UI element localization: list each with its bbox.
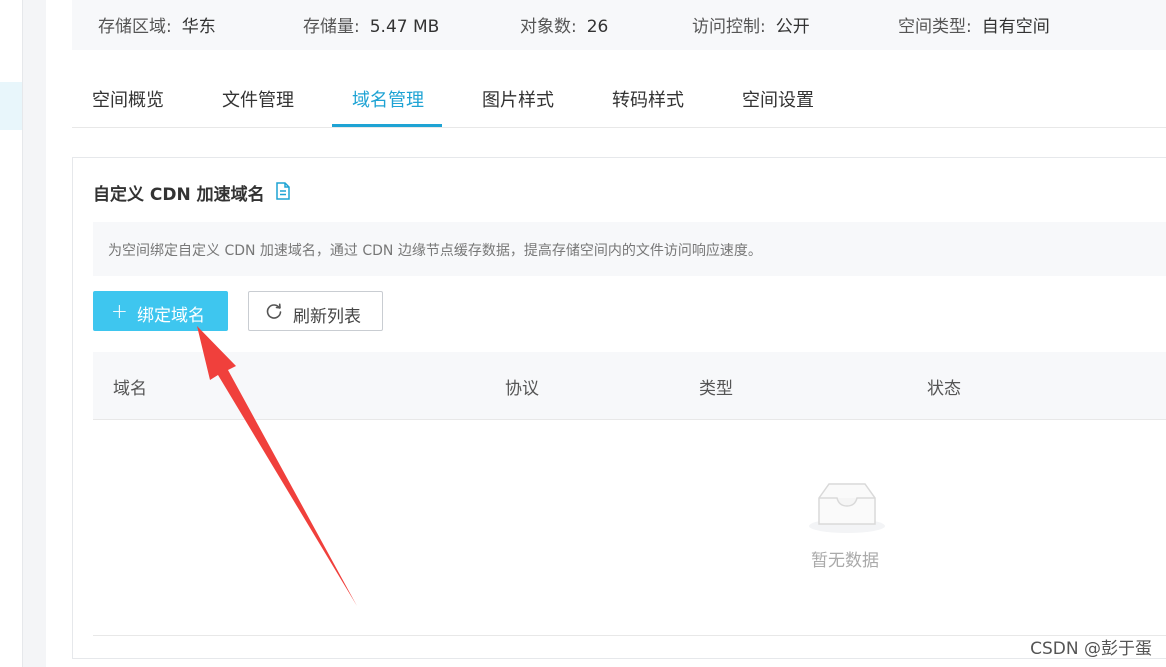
tab-file-management[interactable]: 文件管理 [222,86,294,112]
tab-image-styles[interactable]: 图片样式 [482,86,554,112]
sidebar-active-item[interactable] [0,82,22,130]
tab-transcode-styles[interactable]: 转码样式 [612,86,684,112]
refresh-list-label: 刷新列表 [293,307,361,327]
stat-label: 空间类型: [898,17,972,37]
column-header-type: 类型 [699,379,733,399]
bucket-stats-bar: 存储区域: 华东 存储量: 5.47 MB 对象数: 26 访问控制: 公开 空间类型:… [72,0,1166,50]
empty-inbox-icon [809,483,885,533]
stat-access-control: 访问控制: 公开 [692,12,810,37]
stat-region: 存储区域: 华东 [98,12,216,37]
info-notice: 为空间绑定自定义 CDN 加速域名，通过 CDN 边缘节点缓存数据，提高存储空间… [93,222,1166,276]
bind-domain-button[interactable]: + 绑定域名 [93,291,228,331]
document-icon[interactable] [275,182,291,200]
column-header-domain: 域名 [113,379,147,399]
stat-value: 自有空间 [981,17,1050,37]
plus-icon: + [111,299,128,323]
stat-label: 对象数: [520,17,577,37]
column-header-status: 状态 [927,379,961,399]
table-header: 域名 协议 类型 状态 [93,352,1166,420]
tab-domain-management[interactable]: 域名管理 [352,86,424,112]
cdn-domain-card: 自定义 CDN 加速域名 为空间绑定自定义 CDN 加速域名，通过 CDN 边缘… [72,157,1166,659]
stat-space-type: 空间类型: 自有空间 [898,12,1050,37]
stat-value: 华东 [181,17,216,37]
stat-value: 公开 [775,17,810,37]
left-sidebar [0,0,23,667]
notice-text: 为空间绑定自定义 CDN 加速域名，通过 CDN 边缘节点缓存数据，提高存储空间… [108,243,762,259]
tab-space-settings[interactable]: 空间设置 [742,86,814,112]
section-title: 自定义 CDN 加速域名 [93,185,265,205]
stat-storage: 存储量: 5.47 MB [303,12,439,37]
bind-domain-label: 绑定域名 [137,306,205,326]
refresh-icon [266,303,282,319]
stat-object-count: 对象数: 26 [520,12,608,37]
watermark: CSDN @彭于蛋 [1030,639,1152,659]
empty-state-text: 暂无数据 [811,551,879,571]
tab-bar: 空间概览 文件管理 域名管理 图片样式 转码样式 空间设置 [72,72,1166,128]
stat-label: 访问控制: [692,17,766,37]
column-header-protocol: 协议 [505,379,539,399]
stat-label: 存储量: [303,17,360,37]
table-bottom-border [93,635,1166,636]
stat-value: 26 [586,17,609,37]
stat-value: 5.47 MB [369,17,440,37]
active-tab-indicator [332,124,442,127]
refresh-list-button[interactable]: 刷新列表 [248,291,383,331]
tab-overview[interactable]: 空间概览 [92,86,164,112]
main-panel: 存储区域: 华东 存储量: 5.47 MB 对象数: 26 访问控制: 公开 空间类型:… [46,0,1166,667]
stat-label: 存储区域: [98,17,172,37]
